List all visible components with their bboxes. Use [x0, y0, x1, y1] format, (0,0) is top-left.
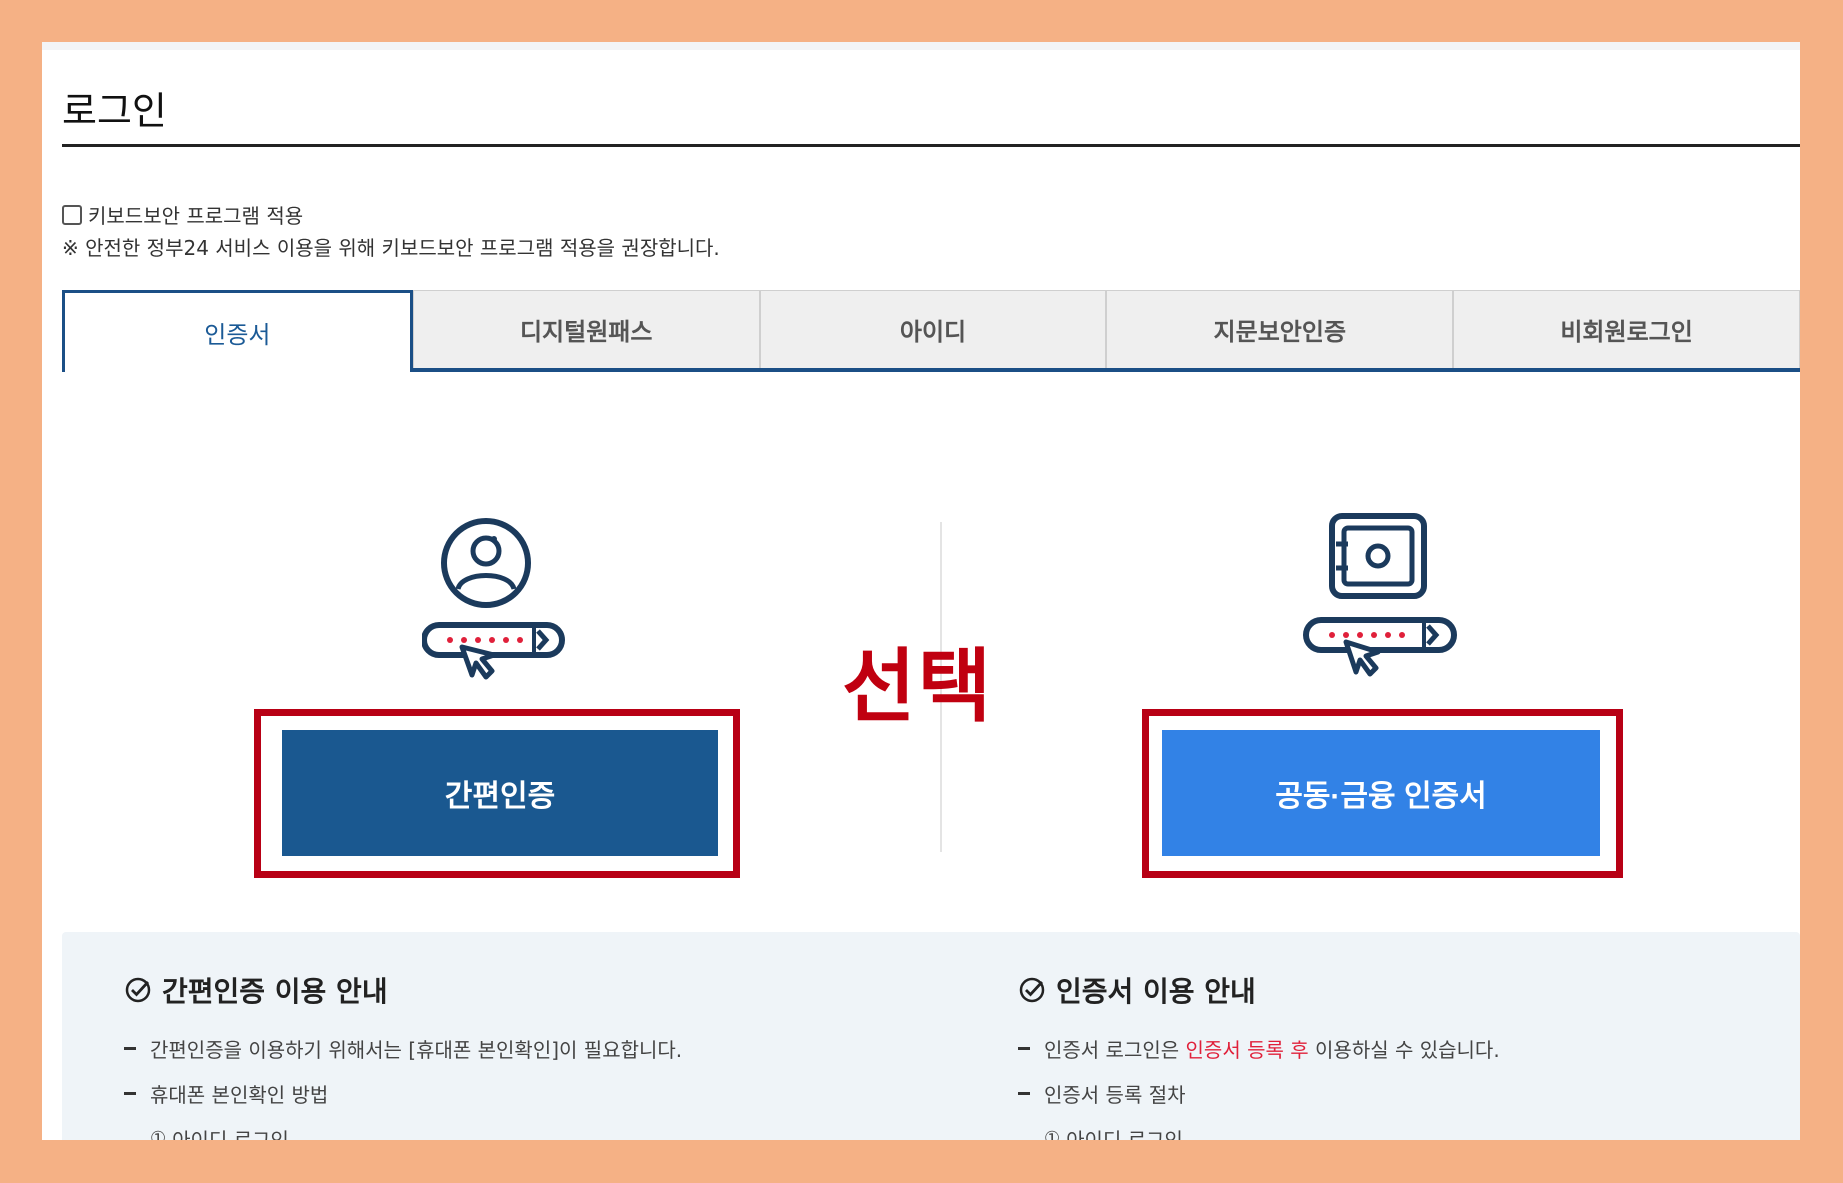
cert-info-title: 인증서 이용 안내: [1056, 975, 1256, 1008]
safe-vault-icon: [1302, 512, 1462, 687]
page-title: 로그인: [62, 89, 167, 133]
cert-info-sub-text: 아이디 로그인: [1066, 1128, 1183, 1140]
browser-content: 로그인 키보드보안 프로그램 적용 ※ 안전한 정부24 서비스 이용을 위해 …: [42, 42, 1800, 1140]
cert-info-text-2: 인증서 등록 절차: [1044, 1083, 1186, 1107]
cert-info-text-pre: 인증서 로그인은: [1044, 1038, 1180, 1062]
cert-info-sub-1: ① 아이디 로그인: [1018, 1124, 1500, 1140]
tab-digital-onepass[interactable]: 디지털원패스: [412, 290, 760, 368]
keyboard-security-option[interactable]: 키보드보안 프로그램 적용: [62, 200, 303, 229]
tab-id[interactable]: 아이디: [759, 290, 1107, 368]
simple-info-heading: 간편인증 이용 안내: [124, 970, 682, 1010]
tab-guest-login[interactable]: 비회원로그인: [1453, 290, 1800, 368]
step-number: ①: [150, 1128, 167, 1140]
annotation-select: 선택: [842, 640, 994, 733]
check-circle-icon: [1019, 977, 1045, 1003]
cert-info-line-2: 인증서 등록 절차: [1018, 1079, 1500, 1108]
simple-auth-info: 간편인증 이용 안내 간편인증을 이용하기 위해서는 [휴대폰 본인확인]이 필…: [124, 970, 682, 1140]
cert-info-line-1: 인증서 로그인은 인증서 등록 후 이용하실 수 있습니다.: [1018, 1034, 1500, 1063]
dash-bullet: [124, 1092, 136, 1095]
login-method-tabs: 인증서 디지털원패스 아이디 지문보안인증 비회원로그인: [62, 290, 1800, 372]
tab-fingerprint[interactable]: 지문보안인증: [1106, 290, 1454, 368]
simple-info-sub-1: ① 아이디 로그인: [124, 1124, 682, 1140]
simple-auth-button[interactable]: 간편인증: [282, 730, 718, 856]
dash-bullet: [1018, 1047, 1030, 1050]
title-divider: [62, 144, 1800, 147]
cert-info-text-highlight: 인증서 등록 후: [1185, 1038, 1309, 1062]
cert-info-text-post: 이용하실 수 있습니다.: [1315, 1038, 1500, 1062]
cert-info-heading: 인증서 이용 안내: [1018, 970, 1500, 1010]
cert-info-text-1: 인증서 로그인은 인증서 등록 후 이용하실 수 있습니다.: [1044, 1034, 1500, 1063]
simple-info-line-1: 간편인증을 이용하기 위해서는 [휴대폰 본인확인]이 필요합니다.: [124, 1034, 682, 1063]
joint-financial-cert-button[interactable]: 공동·금융 인증서: [1162, 730, 1600, 856]
info-panel: 간편인증 이용 안내 간편인증을 이용하기 위해서는 [휴대폰 본인확인]이 필…: [62, 932, 1800, 1140]
step-number: ①: [1044, 1128, 1061, 1140]
simple-info-text-1: 간편인증을 이용하기 위해서는 [휴대폰 본인확인]이 필요합니다.: [150, 1038, 683, 1062]
keyboard-security-checkbox[interactable]: [62, 204, 82, 225]
cert-info: 인증서 이용 안내 인증서 로그인은 인증서 등록 후 이용하실 수 있습니다.…: [1018, 970, 1500, 1140]
keyboard-security-note: ※ 안전한 정부24 서비스 이용을 위해 키보드보안 프로그램 적용을 권장합…: [62, 236, 720, 260]
simple-info-sub-text: 아이디 로그인: [172, 1128, 289, 1140]
simple-info-text-2: 휴대폰 본인확인 방법: [150, 1083, 329, 1107]
check-circle-icon: [125, 977, 151, 1003]
user-id-card-icon: [421, 517, 572, 687]
dash-bullet: [1018, 1092, 1030, 1095]
tab-certificate[interactable]: 인증서: [62, 290, 413, 372]
simple-info-line-2: 휴대폰 본인확인 방법: [124, 1079, 682, 1108]
keyboard-security-label: 키보드보안 프로그램 적용: [88, 204, 304, 228]
dash-bullet: [124, 1047, 136, 1050]
simple-info-title: 간편인증 이용 안내: [162, 975, 388, 1008]
top-strip: [42, 42, 1800, 50]
